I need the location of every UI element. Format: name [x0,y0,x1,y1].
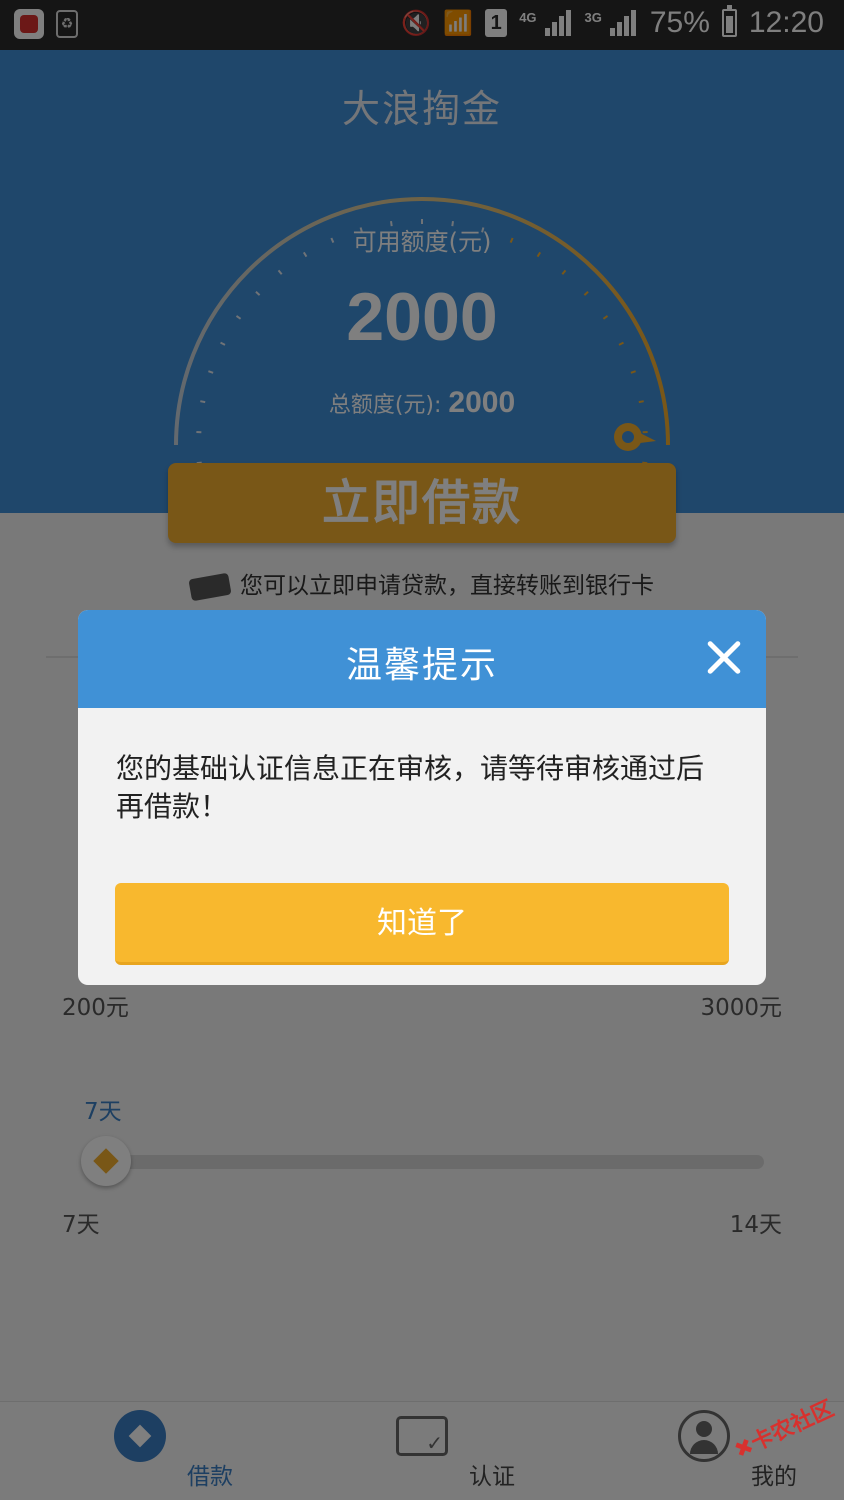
notice-dialog: 温馨提示 您的基础认证信息正在审核，请等待审核通过后再借款！ 知道了 [78,610,766,985]
dialog-header: 温馨提示 [78,610,766,708]
close-icon[interactable] [704,638,744,678]
dialog-message: 您的基础认证信息正在审核，请等待审核通过后再借款！ [116,752,705,823]
confirm-button[interactable]: 知道了 [115,883,729,965]
dialog-title: 温馨提示 [345,645,498,686]
